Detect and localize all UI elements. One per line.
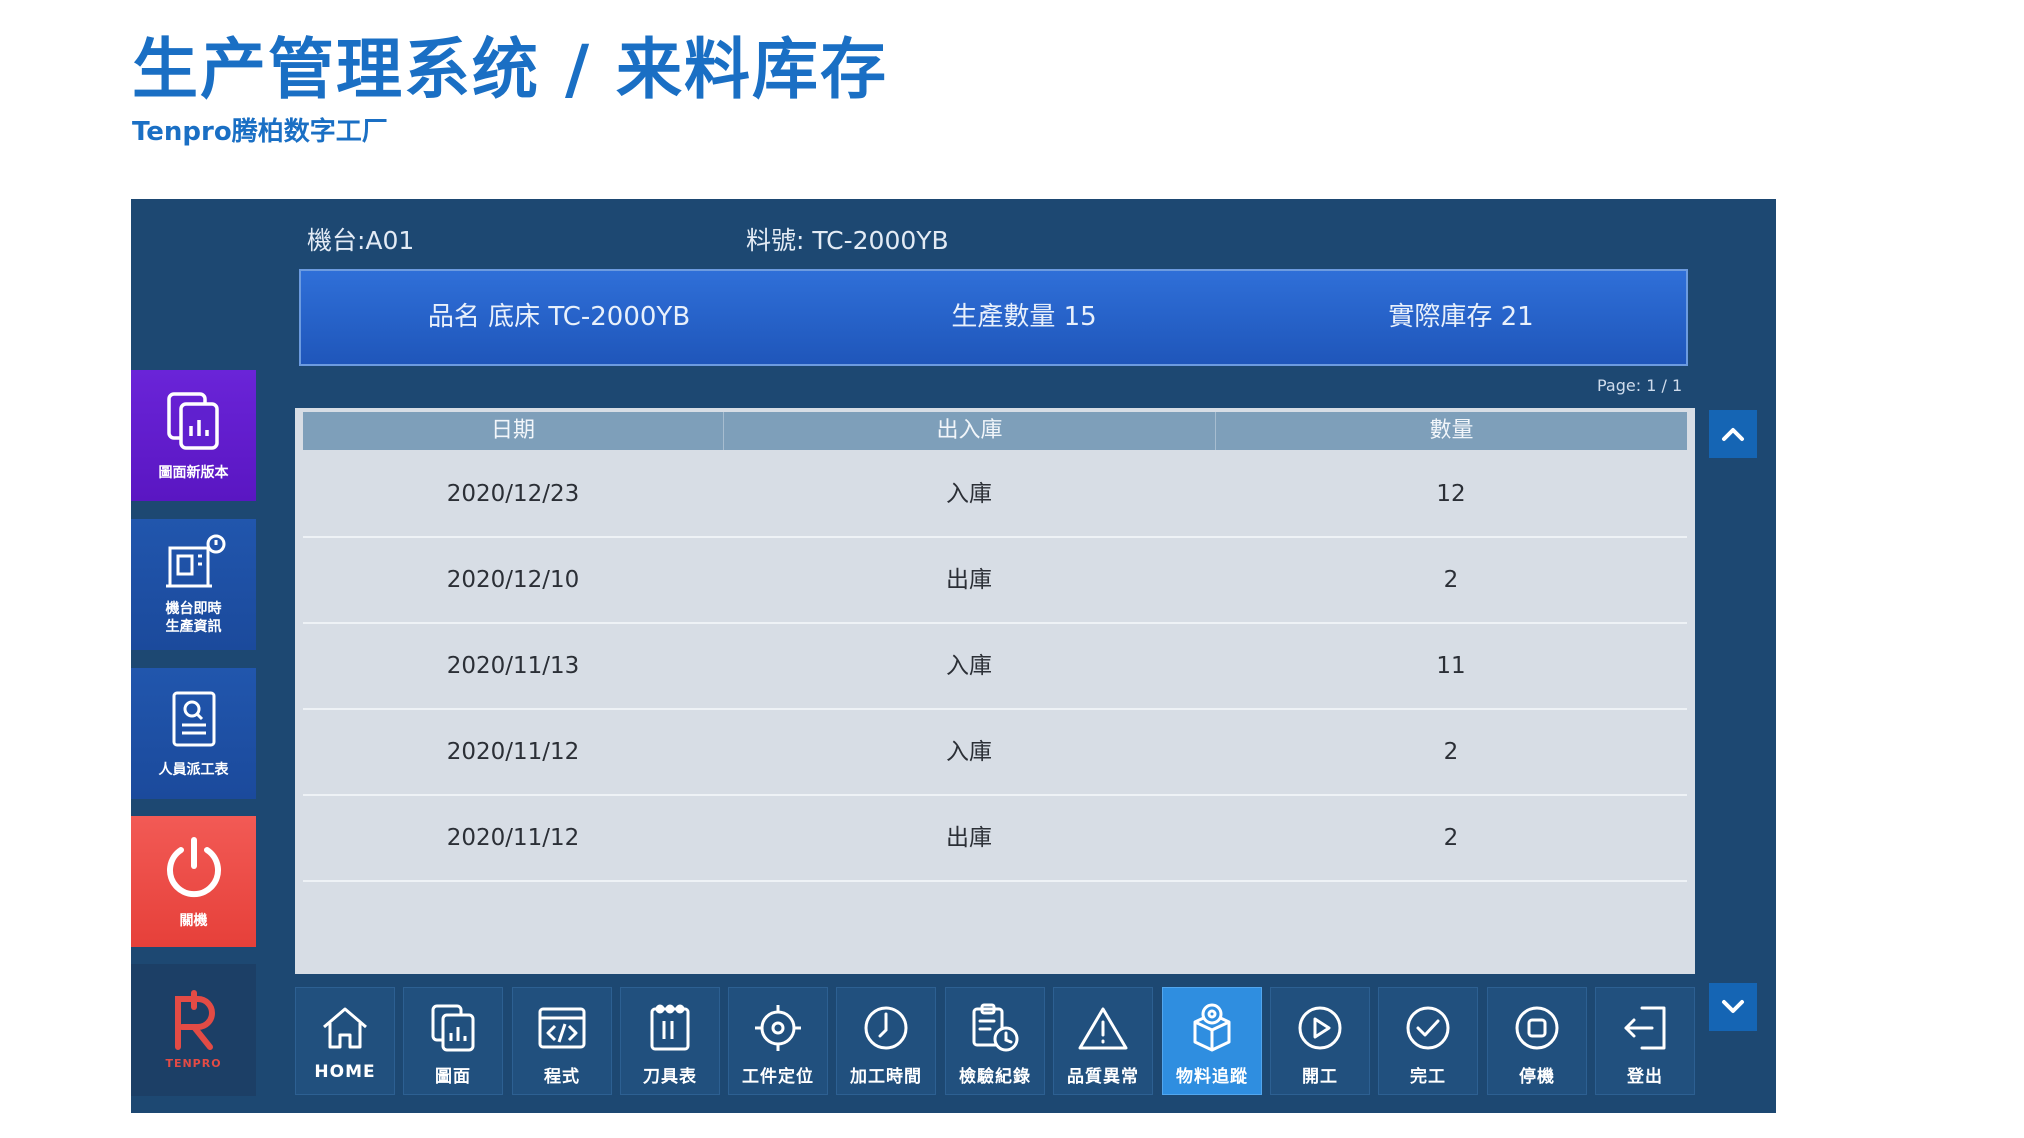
- inventory-table: 日期 出入庫 數量 2020/12/23 入庫 12 2020/12/10 出庫…: [295, 408, 1695, 974]
- actual-stock: 實際庫存 21: [1388, 302, 1534, 332]
- toolbar-button-home[interactable]: HOME: [295, 987, 395, 1095]
- toolbar-button-tool-list[interactable]: 刀具表: [620, 987, 720, 1095]
- sidebar-item-staff-assignment[interactable]: 人員派工表: [131, 668, 256, 799]
- sidebar: 圖面新版本 機台即時 生產資訊 人員派工表 關機 TENPRO: [131, 199, 257, 1113]
- page-subtitle: Tenpro腾柏数字工厂: [132, 117, 388, 147]
- app-screen: 圖面新版本 機台即時 生產資訊 人員派工表 關機 TENPRO 機台:A01 料…: [131, 199, 1776, 1113]
- production-quantity: 生產數量 15: [951, 302, 1097, 332]
- toolbar-label: 停機: [1519, 1067, 1555, 1087]
- toolbar-button-stop-machine[interactable]: 停機: [1487, 987, 1587, 1095]
- table-header: 日期 出入庫 數量: [303, 412, 1687, 450]
- cell-in-out: 入庫: [946, 481, 992, 507]
- toolbar-button-logout[interactable]: 登出: [1595, 987, 1695, 1095]
- toolbar-label: 工件定位: [742, 1067, 814, 1087]
- power-off-button[interactable]: 關機: [131, 816, 256, 947]
- toolbar-label: 圖面: [435, 1067, 471, 1087]
- cell-quantity: 2: [1443, 739, 1459, 765]
- toolbar-label: HOME: [314, 1062, 376, 1082]
- cell-date: 2020/11/12: [446, 739, 580, 765]
- page-indicator: Page: 1 / 1: [1597, 376, 1683, 395]
- clock-icon: [862, 1002, 910, 1054]
- table-row[interactable]: 2020/11/12 出庫 2: [303, 796, 1687, 882]
- toolbar-button-drawing[interactable]: 圖面: [403, 987, 503, 1095]
- sidebar-item-label: 人員派工表: [158, 761, 229, 778]
- material-box-icon: [1187, 1002, 1237, 1054]
- toolbar-label: 物料追蹤: [1176, 1067, 1248, 1087]
- table-row[interactable]: 2020/11/12 入庫 2: [303, 710, 1687, 796]
- toolbar-button-program[interactable]: 程式: [512, 987, 612, 1095]
- toolbar-button-quality-issue[interactable]: 品質異常: [1053, 987, 1153, 1095]
- cell-in-out: 入庫: [946, 653, 992, 679]
- column-header-in-out: 出入庫: [723, 412, 1215, 450]
- scroll-down-button[interactable]: [1709, 983, 1757, 1031]
- table-row[interactable]: 2020/12/10 出庫 2: [303, 538, 1687, 624]
- drawing-icon: [429, 1002, 477, 1054]
- toolbar-label: 開工: [1302, 1067, 1338, 1087]
- product-summary-bar: 品名 底床 TC-2000YB 生產數量 15 實際庫存 21: [299, 269, 1688, 366]
- toolbar-button-inspection-record[interactable]: 檢驗紀錄: [945, 987, 1045, 1095]
- toolbar-button-material-tracking[interactable]: 物料追蹤: [1162, 987, 1262, 1095]
- toolbar-label: 檢驗紀錄: [959, 1067, 1031, 1087]
- sidebar-item-label: 圖面新版本: [158, 464, 229, 481]
- sidebar-item-machine-info[interactable]: 機台即時 生產資訊: [131, 519, 256, 650]
- cell-quantity: 2: [1443, 825, 1459, 851]
- toolbar-button-finish-work[interactable]: 完工: [1378, 987, 1478, 1095]
- toolbar-button-positioning[interactable]: 工件定位: [728, 987, 828, 1095]
- cell-date: 2020/12/10: [446, 567, 580, 593]
- cell-in-out: 出庫: [946, 825, 992, 851]
- page-title: 生产管理系统 / 来料库存: [132, 31, 889, 108]
- drawing-icon: [163, 390, 225, 452]
- assignment-icon: [166, 689, 222, 751]
- toolbar-label: 品質異常: [1067, 1067, 1139, 1087]
- cell-quantity: 12: [1436, 481, 1466, 507]
- power-icon: [161, 834, 227, 900]
- scroll-up-button[interactable]: [1709, 410, 1757, 458]
- cell-date: 2020/11/12: [446, 825, 580, 851]
- table-row[interactable]: 2020/11/13 入庫 11: [303, 624, 1687, 710]
- column-header-date: 日期: [490, 418, 535, 443]
- chevron-down-icon: [1722, 1000, 1744, 1013]
- tool-list-icon: [648, 1002, 692, 1054]
- column-header-quantity: 數量: [1215, 412, 1687, 450]
- toolbar-label: 程式: [544, 1067, 580, 1087]
- clipboard-clock-icon: [970, 1002, 1020, 1054]
- cell-date: 2020/12/23: [446, 481, 580, 507]
- cell-in-out: 入庫: [946, 739, 992, 765]
- crosshair-icon: [753, 1002, 803, 1054]
- check-circle-icon: [1404, 1002, 1452, 1054]
- part-number-label: 料號: TC-2000YB: [746, 226, 949, 255]
- sidebar-item-drawing-update[interactable]: 圖面新版本: [131, 370, 256, 501]
- machine-info-icon: [160, 534, 228, 594]
- code-icon: [537, 1002, 587, 1054]
- tenpro-logo: TENPRO: [131, 964, 256, 1096]
- warning-icon: [1077, 1002, 1129, 1054]
- sidebar-item-label: 機台即時 生產資訊: [165, 600, 222, 635]
- cell-quantity: 2: [1443, 567, 1459, 593]
- chevron-up-icon: [1722, 428, 1744, 441]
- machine-label: 機台:A01: [307, 226, 415, 255]
- cell-date: 2020/11/13: [446, 653, 580, 679]
- toolbar-button-start-work[interactable]: 開工: [1270, 987, 1370, 1095]
- play-icon: [1296, 1002, 1344, 1054]
- sidebar-item-label: 關機: [179, 912, 208, 929]
- product-name: 品名 底床 TC-2000YB: [427, 302, 691, 332]
- home-icon: [320, 1002, 370, 1054]
- toolbar-label: 刀具表: [643, 1067, 697, 1087]
- sidebar-item-label: TENPRO: [165, 1057, 222, 1070]
- cell-quantity: 11: [1436, 653, 1466, 679]
- toolbar-label: 完工: [1410, 1067, 1446, 1087]
- toolbar-label: 登出: [1627, 1067, 1663, 1087]
- table-row[interactable]: 2020/12/23 入庫 12: [303, 452, 1687, 538]
- cell-in-out: 出庫: [946, 567, 992, 593]
- toolbar-label: 加工時間: [850, 1067, 922, 1087]
- logout-icon: [1620, 1002, 1670, 1054]
- stop-icon: [1513, 1002, 1561, 1054]
- toolbar-button-machining-time[interactable]: 加工時間: [836, 987, 936, 1095]
